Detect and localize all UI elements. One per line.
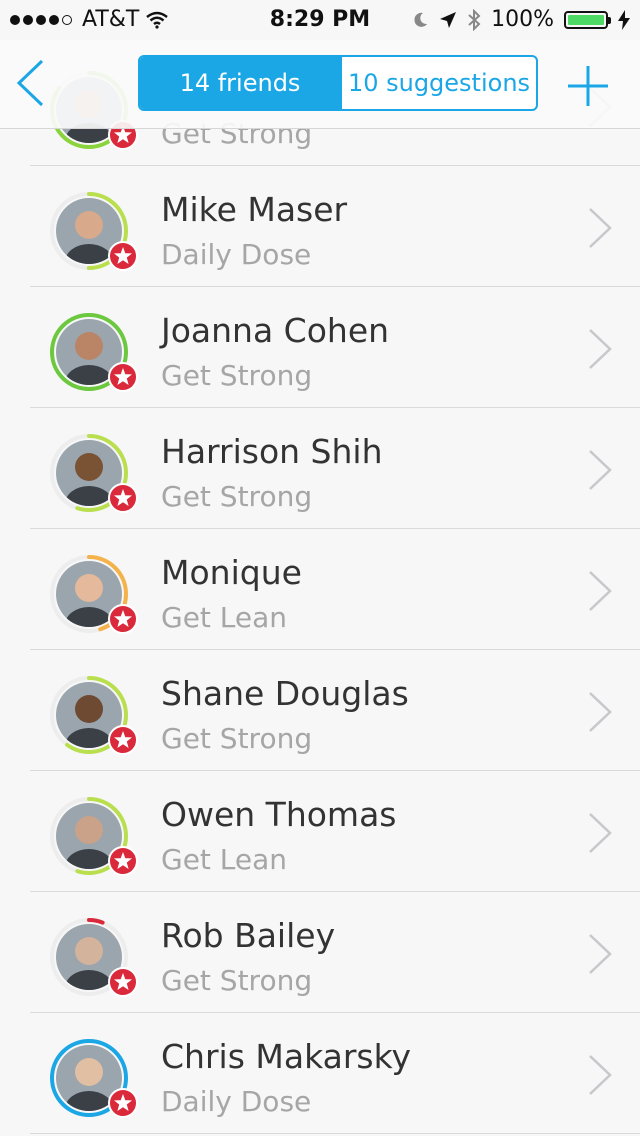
friend-name: Mike Maser (161, 190, 348, 229)
star-badge-icon (108, 725, 138, 755)
chevron-right-icon (589, 1055, 612, 1095)
add-friend-plus-icon[interactable] (566, 64, 610, 108)
status-right: 100% (411, 7, 630, 32)
friends-segmented-control: 14 friends 10 suggestions (138, 55, 538, 111)
friends-list: Get Strong Mike Maser Daily Dose Joanna Coh… (0, 71, 640, 1134)
friend-name: Harrison Shih (161, 432, 383, 471)
status-bar: AT&T 8:29 PM 100% (0, 0, 640, 40)
friend-plan: Daily Dose (161, 1085, 312, 1118)
friend-plan: Get Strong (161, 359, 313, 392)
star-badge-icon (108, 967, 138, 997)
battery-percent: 100% (491, 7, 554, 32)
friend-plan: Get Strong (161, 964, 313, 997)
friend-plan: Get Strong (161, 480, 313, 513)
chevron-right-icon (589, 692, 612, 732)
friend-row[interactable]: Owen Thomas Get Lean (30, 771, 640, 892)
chevron-right-icon (589, 813, 612, 853)
star-badge-icon (108, 1088, 138, 1118)
friend-name: Chris Makarsky (161, 1037, 412, 1076)
friend-name: Monique (161, 553, 302, 592)
star-badge-icon (108, 241, 138, 271)
friend-plan: Get Lean (161, 601, 288, 634)
chevron-right-icon (589, 571, 612, 611)
friend-plan: Get Strong (161, 722, 313, 755)
friend-row[interactable]: Shane Douglas Get Strong (30, 650, 640, 771)
star-badge-icon (108, 362, 138, 392)
moon-icon (414, 12, 428, 27)
friend-row[interactable]: Harrison Shih Get Strong (30, 408, 640, 529)
friend-row[interactable]: Chris Makarsky Daily Dose (30, 1013, 640, 1134)
friend-name: Owen Thomas (161, 795, 397, 834)
friend-row[interactable]: Monique Get Lean (30, 529, 640, 650)
friend-row[interactable]: Mike Maser Daily Dose (30, 166, 640, 287)
star-badge-icon (108, 846, 138, 876)
chevron-right-icon (589, 329, 612, 369)
charging-bolt-icon (618, 9, 630, 30)
friend-plan: Daily Dose (161, 238, 312, 271)
location-arrow-icon (440, 11, 457, 28)
friend-row[interactable]: Rob Bailey Get Strong (30, 892, 640, 1013)
navigation-bar: 14 friends 10 suggestions (0, 40, 640, 129)
bluetooth-icon (468, 8, 481, 31)
star-badge-icon (108, 483, 138, 513)
friend-name: Rob Bailey (161, 916, 336, 955)
friend-name: Shane Douglas (161, 674, 409, 713)
friend-plan: Get Lean (161, 843, 288, 876)
star-badge-icon (108, 604, 138, 634)
tab-suggestions[interactable]: 10 suggestions (340, 57, 536, 109)
chevron-right-icon (589, 208, 612, 248)
chevron-right-icon (589, 934, 612, 974)
chevron-right-icon (589, 450, 612, 490)
friend-name: Joanna Cohen (161, 311, 390, 350)
friend-row[interactable]: Joanna Cohen Get Strong (30, 287, 640, 408)
tab-friends[interactable]: 14 friends (140, 57, 340, 109)
battery-icon (564, 10, 611, 29)
back-chevron-icon[interactable] (14, 58, 48, 108)
